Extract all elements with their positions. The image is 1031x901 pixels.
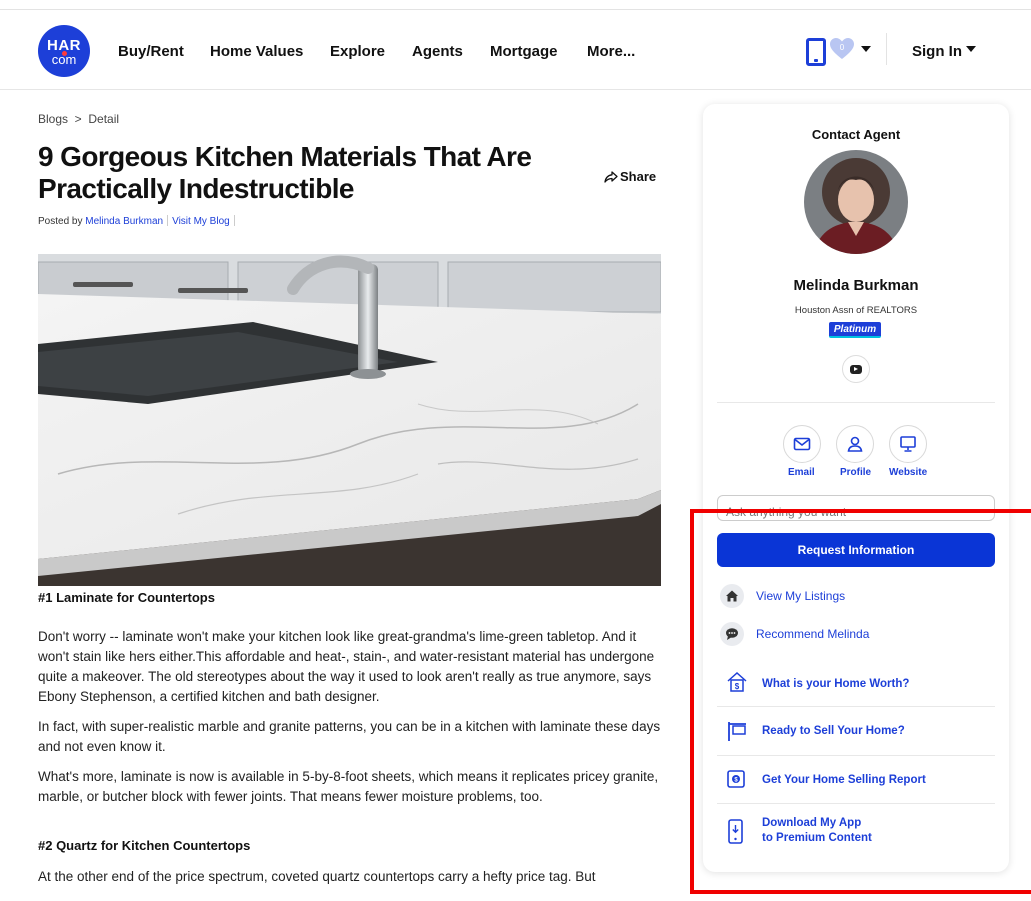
nav-explore[interactable]: Explore bbox=[330, 43, 385, 60]
nav-home-values[interactable]: Home Values bbox=[210, 43, 303, 60]
share-button[interactable]: Share bbox=[604, 169, 656, 184]
section-heading-laminate: #1 Laminate for Countertops bbox=[38, 590, 215, 605]
share-label: Share bbox=[620, 169, 657, 184]
breadcrumb[interactable]: Blogs > Detail bbox=[38, 112, 119, 126]
article-paragraph-3: What's more, laminate is now is availabl… bbox=[38, 769, 659, 804]
nav-agents[interactable]: Agents bbox=[412, 43, 463, 60]
page-title: 9 Gorgeous Kitchen Materials That Are Pr… bbox=[38, 141, 532, 204]
website-button[interactable] bbox=[889, 425, 927, 463]
user-icon bbox=[847, 436, 863, 452]
author-link[interactable]: Melinda Burkman bbox=[85, 216, 163, 227]
nav-more[interactable]: More... bbox=[587, 43, 635, 60]
mobile-app-icon[interactable] bbox=[806, 38, 826, 66]
share-icon bbox=[604, 171, 618, 183]
contact-agent-title: Contact Agent bbox=[811, 127, 901, 142]
nav-buy-rent[interactable]: Buy/Rent bbox=[118, 43, 184, 60]
website-label[interactable]: Website bbox=[889, 467, 927, 478]
agent-avatar[interactable] bbox=[804, 150, 908, 254]
email-label[interactable]: Email bbox=[788, 467, 815, 478]
visit-blog-link[interactable]: Visit My Blog bbox=[172, 216, 230, 227]
top-border bbox=[0, 9, 1031, 10]
sidebar-divider bbox=[717, 402, 995, 403]
youtube-icon[interactable] bbox=[842, 355, 870, 383]
favorites-dropdown-chevron-icon[interactable] bbox=[861, 46, 871, 52]
profile-button[interactable] bbox=[836, 425, 874, 463]
section-heading-quartz: #2 Quartz for Kitchen Countertops bbox=[38, 838, 251, 853]
highlight-box bbox=[690, 509, 1031, 894]
mail-icon bbox=[793, 437, 811, 451]
agent-name[interactable]: Melinda Burkman bbox=[703, 277, 1009, 294]
sign-in-button[interactable]: Sign In bbox=[912, 43, 962, 60]
article-paragraph-2: In fact, with super-realistic marble and… bbox=[38, 719, 661, 754]
header-separator bbox=[886, 33, 887, 65]
profile-label[interactable]: Profile bbox=[840, 467, 871, 478]
article-paragraph-4: At the other end of the price spectrum, … bbox=[38, 869, 596, 884]
post-byline: Posted by Melinda Burkman Visit My Blog bbox=[38, 215, 239, 227]
posted-by-label: Posted by bbox=[38, 216, 83, 227]
agent-association: Houston Assn of REALTORS bbox=[794, 305, 918, 316]
favorites-heart-icon[interactable]: 0 bbox=[829, 37, 855, 61]
article-paragraph-1: Don't worry -- laminate won't make your … bbox=[38, 629, 655, 704]
email-button[interactable] bbox=[783, 425, 821, 463]
favorites-count: 0 bbox=[839, 43, 845, 52]
sign-in-chevron-icon[interactable] bbox=[966, 46, 976, 52]
nav-mortgage[interactable]: Mortgage bbox=[490, 43, 558, 60]
platinum-badge: Platinum bbox=[829, 322, 881, 338]
header-divider bbox=[0, 89, 1031, 90]
har-logo[interactable]: HAR com bbox=[38, 25, 90, 77]
monitor-icon bbox=[900, 436, 916, 452]
kitchen-countertop-image bbox=[38, 254, 661, 586]
logo-dot bbox=[62, 51, 67, 56]
